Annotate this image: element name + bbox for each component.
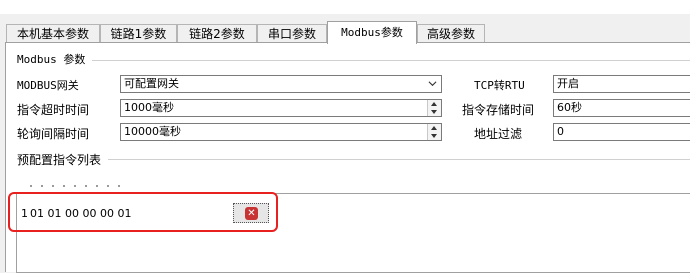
gateway-label: MODBUS网关 bbox=[17, 79, 79, 92]
preset-group-title: 预配置指令列表 bbox=[17, 153, 102, 167]
tab-link2-params[interactable]: 链路2参数 bbox=[177, 24, 257, 42]
tab-advanced-params[interactable]: 高级参数 bbox=[417, 24, 485, 42]
tcp-rtu-label: TCP转RTU bbox=[474, 79, 525, 92]
gateway-value: 可配置网关 bbox=[124, 77, 179, 90]
poll-interval-spinbox[interactable]: 10000毫秒 bbox=[120, 123, 442, 141]
spin-buttons[interactable] bbox=[427, 124, 441, 140]
spin-down-icon[interactable] bbox=[431, 110, 437, 114]
tab-serial-params[interactable]: 串口参数 bbox=[257, 24, 327, 42]
list-header-dots bbox=[30, 185, 120, 187]
chevron-down-icon bbox=[428, 81, 437, 87]
spin-up-icon[interactable] bbox=[431, 126, 437, 130]
poll-interval-label: 轮询间隔时间 bbox=[17, 127, 90, 141]
gateway-select[interactable]: 可配置网关 bbox=[120, 75, 442, 93]
modbus-group-title: Modbus 参数 bbox=[17, 53, 86, 66]
window-top-strip bbox=[0, 0, 690, 14]
tab-modbus-params[interactable]: Modbus参数 bbox=[327, 21, 417, 44]
timeout-spinbox[interactable]: 1000毫秒 bbox=[120, 99, 442, 117]
spin-up-icon[interactable] bbox=[431, 102, 437, 106]
group-divider bbox=[92, 60, 690, 61]
address-filter-label: 地址过滤 bbox=[474, 127, 523, 141]
storage-time-label: 指令存储时间 bbox=[462, 103, 535, 117]
annotation-highlight bbox=[8, 192, 278, 232]
timeout-label: 指令超时时间 bbox=[17, 103, 90, 117]
address-filter-field[interactable]: 0 bbox=[553, 123, 690, 141]
storage-time-value: 60秒 bbox=[557, 101, 582, 114]
timeout-value: 1000毫秒 bbox=[124, 101, 174, 114]
spin-down-icon[interactable] bbox=[431, 134, 437, 138]
tcp-rtu-select[interactable]: 开启 bbox=[553, 75, 690, 93]
tab-basic-params[interactable]: 本机基本参数 bbox=[6, 24, 100, 42]
spin-buttons[interactable] bbox=[427, 100, 441, 116]
group-divider bbox=[108, 159, 690, 160]
address-filter-value: 0 bbox=[557, 125, 564, 138]
tcp-rtu-value: 开启 bbox=[557, 77, 579, 90]
tab-link1-params[interactable]: 链路1参数 bbox=[100, 24, 177, 42]
storage-time-field[interactable]: 60秒 bbox=[553, 99, 690, 117]
poll-interval-value: 10000毫秒 bbox=[124, 125, 181, 138]
